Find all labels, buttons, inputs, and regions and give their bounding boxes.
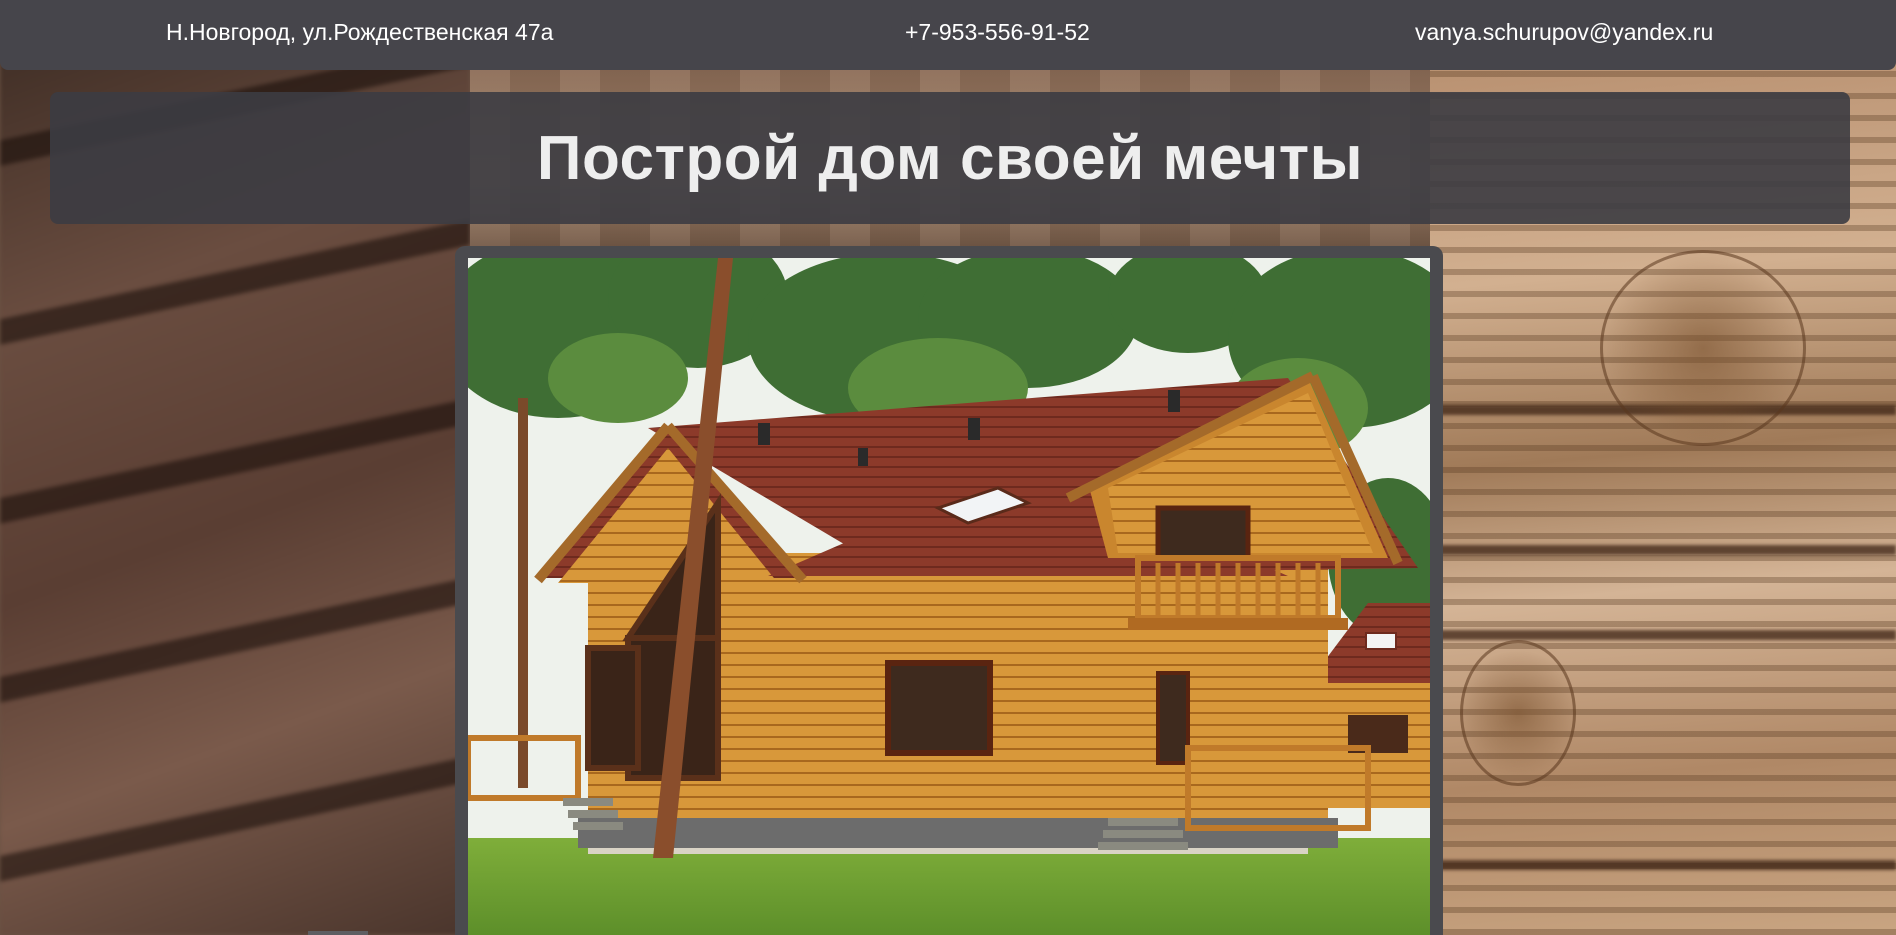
scroll-indicator [308, 931, 368, 935]
hero-banner: Построй дом своей мечты [50, 92, 1850, 224]
log-house-illustration [468, 258, 1430, 935]
photo-frame [455, 246, 1443, 935]
hero-title: Построй дом своей мечты [536, 123, 1364, 193]
address-text: Н.Новгород, ул.Рождественская 47а [166, 19, 554, 45]
wood-knot [1460, 640, 1576, 786]
house-photo [468, 258, 1430, 935]
log-seam [1430, 545, 1896, 555]
email-text[interactable]: vanya.schurupov@yandex.ru [1415, 19, 1713, 46]
wood-knot [1600, 250, 1806, 446]
phone-text[interactable]: +7-953-556-91-52 [905, 19, 1090, 46]
contact-bar: Н.Новгород, ул.Рождественская 47а +7-953… [0, 0, 1896, 70]
log-seam [1430, 630, 1896, 640]
log-seam [1430, 860, 1896, 870]
